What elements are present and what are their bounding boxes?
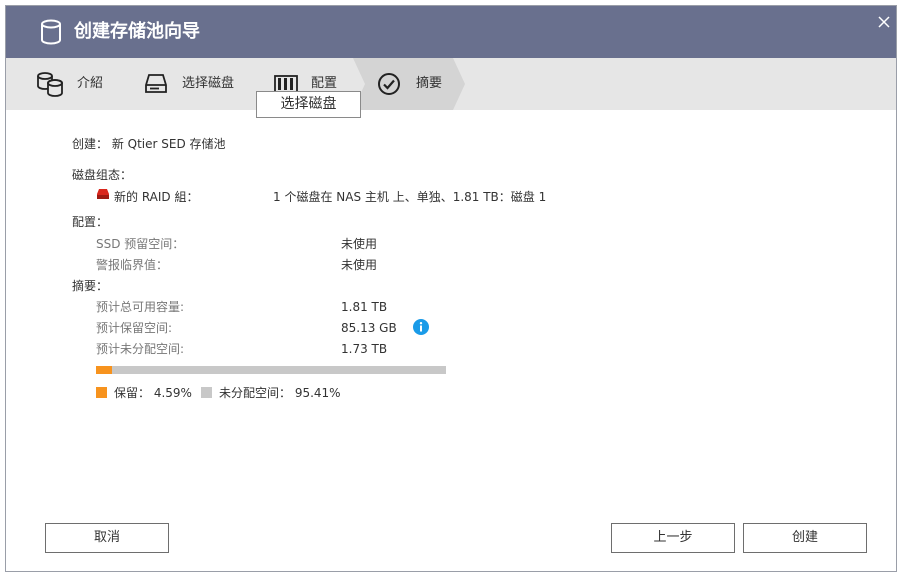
window-title: 创建存储池向导 — [74, 21, 200, 42]
capacity-bar — [96, 366, 446, 374]
active-step-highlight — [353, 58, 465, 110]
raid-disk-icon — [97, 189, 109, 199]
disk-group-heading: 磁盘组态： — [72, 168, 133, 182]
alert-threshold-label: 警报临界值： — [96, 258, 169, 272]
create-storage-pool-wizard: 创建存储池向导 介紹 选择磁盘 配置 摘要 选择磁盘 创建： 新 Qtier S… — [5, 5, 897, 572]
database-icon — [41, 19, 61, 45]
database-stack-icon — [37, 72, 63, 97]
legend-reserved-swatch — [96, 387, 107, 398]
title-bar: 创建存储池向导 — [6, 6, 896, 58]
unallocated-space-label: 预计未分配空间: — [96, 342, 185, 356]
summary-heading: 摘要： — [72, 279, 109, 293]
back-button[interactable]: 上一步 — [611, 523, 735, 553]
total-capacity-label: 预计总可用容量: — [96, 300, 185, 314]
disk-drive-icon — [145, 74, 167, 93]
raid-group-label: 新的 RAID 組： — [114, 190, 199, 204]
legend-unallocated-swatch — [201, 387, 212, 398]
cancel-button[interactable]: 取消 — [45, 523, 169, 553]
reserved-bar-fill — [96, 366, 113, 374]
info-icon[interactable] — [413, 319, 429, 335]
step-label: 选择磁盘 — [182, 76, 235, 91]
reserved-space-value: 85.13 GB — [341, 321, 397, 335]
step-label: 摘要 — [416, 76, 443, 91]
alert-threshold-value: 未使用 — [341, 258, 378, 272]
ssd-label: SSD 预留空间： — [96, 237, 185, 251]
step-label: 介紹 — [77, 76, 104, 91]
legend-reserved: 保留： 4.59% — [114, 386, 192, 400]
step-tooltip: 选择磁盘 — [256, 91, 361, 118]
ssd-value: 未使用 — [341, 237, 378, 251]
legend-unallocated: 未分配空间： 95.41% — [219, 386, 341, 400]
raid-group-value: 1 个磁盘在 NAS 主机 上、单独、1.81 TB：磁盘 1 — [273, 190, 547, 204]
unallocated-space-value: 1.73 TB — [341, 342, 388, 356]
reserved-space-label: 预计保留空间: — [96, 321, 173, 335]
close-icon[interactable] — [876, 14, 892, 30]
wizard-steps: 介紹 选择磁盘 配置 摘要 — [6, 58, 896, 110]
create-pool-line: 创建： 新 Qtier SED 存储池 — [72, 137, 226, 151]
total-capacity-value: 1.81 TB — [341, 300, 388, 314]
check-circle-icon — [378, 73, 400, 95]
create-button[interactable]: 创建 — [743, 523, 867, 553]
config-heading: 配置： — [72, 215, 109, 229]
